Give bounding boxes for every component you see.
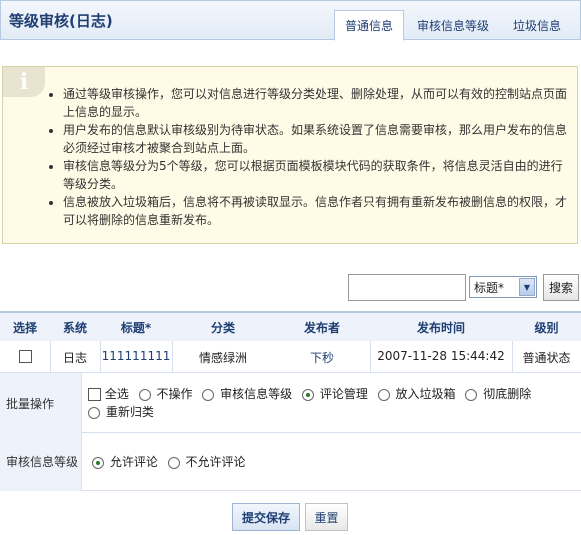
select-all-option[interactable]: 全选 bbox=[88, 387, 129, 401]
col-title[interactable]: 标题* bbox=[100, 319, 172, 336]
info-item: 通过等级审核操作，您可以对信息进行等级分类处理、删除处理，从而可以有效的控制站点… bbox=[63, 85, 569, 121]
table-row: 日志 111111111 情感绿洲 下秒 2007-11-28 15:44:42… bbox=[0, 341, 581, 373]
row-time: 2007-11-28 15:44:42 bbox=[377, 349, 505, 363]
row-divider bbox=[370, 341, 371, 373]
reset-button[interactable]: 重置 bbox=[305, 503, 348, 531]
search-input[interactable] bbox=[348, 274, 466, 301]
col-select: 选择 bbox=[12, 320, 37, 335]
row-select-cell bbox=[0, 349, 50, 363]
tab-bar: 普通信息 审核信息等级 垃圾信息 bbox=[333, 10, 572, 41]
radio-delete[interactable] bbox=[465, 388, 478, 401]
row-divider bbox=[50, 341, 51, 373]
radio-allow-comment[interactable] bbox=[92, 456, 104, 469]
page-header: 等级审核(日志) 普通信息 审核信息等级 垃圾信息 bbox=[0, 0, 581, 41]
batch-option-trash[interactable]: 放入垃圾箱 bbox=[377, 387, 456, 401]
chevron-down-icon[interactable]: ▼ bbox=[519, 278, 535, 296]
level-option-label: 不允许评论 bbox=[185, 455, 246, 469]
row-title-link[interactable]: 111111111 bbox=[100, 349, 172, 363]
col-system: 系统 bbox=[62, 320, 87, 335]
row-category: 情感绿洲 bbox=[198, 351, 247, 365]
radio-audit-level[interactable] bbox=[202, 388, 215, 401]
col-time: 发布时间 bbox=[416, 320, 465, 335]
batch-option-label: 评论管理 bbox=[319, 387, 368, 401]
tab-junk-info[interactable]: 垃圾信息 bbox=[502, 10, 572, 41]
batch-options: 全选 不操作 审核信息等级 评论管理 放入垃圾箱 彻底删除 重新归类 bbox=[88, 385, 576, 421]
col-author: 发布者 bbox=[303, 320, 340, 335]
col-level: 级别 bbox=[534, 320, 559, 335]
batch-option-reclassify[interactable]: 重新归类 bbox=[88, 405, 154, 419]
row-divider bbox=[100, 341, 101, 373]
radio-comment-mgmt[interactable] bbox=[302, 388, 315, 401]
row-checkbox[interactable] bbox=[18, 350, 32, 363]
submit-save-button[interactable]: 提交保存 bbox=[232, 503, 300, 531]
select-all-label: 全选 bbox=[104, 387, 129, 401]
option-allow-comment[interactable]: 允许评论 bbox=[92, 455, 158, 469]
option-disallow-comment[interactable]: 不允许评论 bbox=[167, 455, 246, 469]
batch-option-comment-mgmt[interactable]: 评论管理 bbox=[302, 387, 368, 401]
radio-reclassify[interactable] bbox=[88, 406, 100, 419]
batch-option-no-action[interactable]: 不操作 bbox=[138, 387, 193, 401]
audit-level-row: 审核信息等级 允许评论 不允许评论 bbox=[0, 433, 581, 491]
select-all-checkbox[interactable] bbox=[88, 388, 101, 401]
info-item: 信息被放入垃圾箱后，信息将不再被读取显示。信息作者只有拥有重新发布被删信息的权限… bbox=[63, 193, 569, 229]
search-button[interactable]: 搜索 bbox=[543, 274, 579, 301]
batch-option-label: 不操作 bbox=[156, 387, 193, 401]
row-author-link[interactable]: 下秒 bbox=[274, 349, 370, 366]
batch-option-label: 审核信息等级 bbox=[220, 387, 293, 401]
info-list: 通过等级审核操作，您可以对信息进行等级分类处理、删除处理，从而可以有效的控制站点… bbox=[49, 85, 569, 229]
info-item: 用户发布的信息默认审核级别为待审状态。如果系统设置了信息需要审核，那么用户发布的… bbox=[63, 121, 569, 157]
search-field-select[interactable]: 标题* ▼ bbox=[469, 276, 537, 298]
batch-option-label: 重新归类 bbox=[105, 405, 154, 419]
radio-no-action[interactable] bbox=[138, 388, 151, 401]
tab-normal-info[interactable]: 普通信息 bbox=[333, 10, 404, 41]
audit-level-options: 允许评论 不允许评论 bbox=[92, 453, 252, 470]
radio-disallow-comment[interactable] bbox=[167, 456, 180, 469]
batch-option-delete[interactable]: 彻底删除 bbox=[465, 387, 531, 401]
radio-trash[interactable] bbox=[377, 388, 390, 401]
info-icon: i bbox=[3, 67, 45, 97]
batch-operations-row: 批量操作 全选 不操作 审核信息等级 评论管理 放入垃圾箱 彻底删除 重新归类 bbox=[0, 373, 581, 433]
batch-option-audit-level[interactable]: 审核信息等级 bbox=[202, 387, 292, 401]
batch-option-label: 彻底删除 bbox=[483, 387, 532, 401]
page-title: 等级审核(日志) bbox=[9, 12, 113, 30]
audit-level-label: 审核信息等级 bbox=[0, 433, 82, 491]
batch-option-label: 放入垃圾箱 bbox=[395, 387, 456, 401]
batch-label: 批量操作 bbox=[0, 373, 82, 433]
tab-audit-level[interactable]: 审核信息等级 bbox=[406, 10, 500, 41]
info-panel: i 通过等级审核操作，您可以对信息进行等级分类处理、删除处理，从而可以有效的控制… bbox=[2, 66, 578, 244]
row-system: 日志 bbox=[62, 351, 87, 365]
col-category: 分类 bbox=[210, 320, 235, 335]
row-level: 普通状态 bbox=[522, 351, 571, 365]
info-item: 审核信息等级分为5个等级，您可以根据页面模板模块代码的获取条件，将信息灵活自由的… bbox=[63, 157, 569, 193]
table-header: 选择 系统 标题* 分类 发布者 发布时间 级别 bbox=[0, 311, 581, 341]
row-divider bbox=[512, 341, 513, 373]
search-field-value: 标题* bbox=[474, 280, 505, 295]
level-option-label: 允许评论 bbox=[109, 455, 158, 469]
row-divider bbox=[172, 341, 173, 373]
